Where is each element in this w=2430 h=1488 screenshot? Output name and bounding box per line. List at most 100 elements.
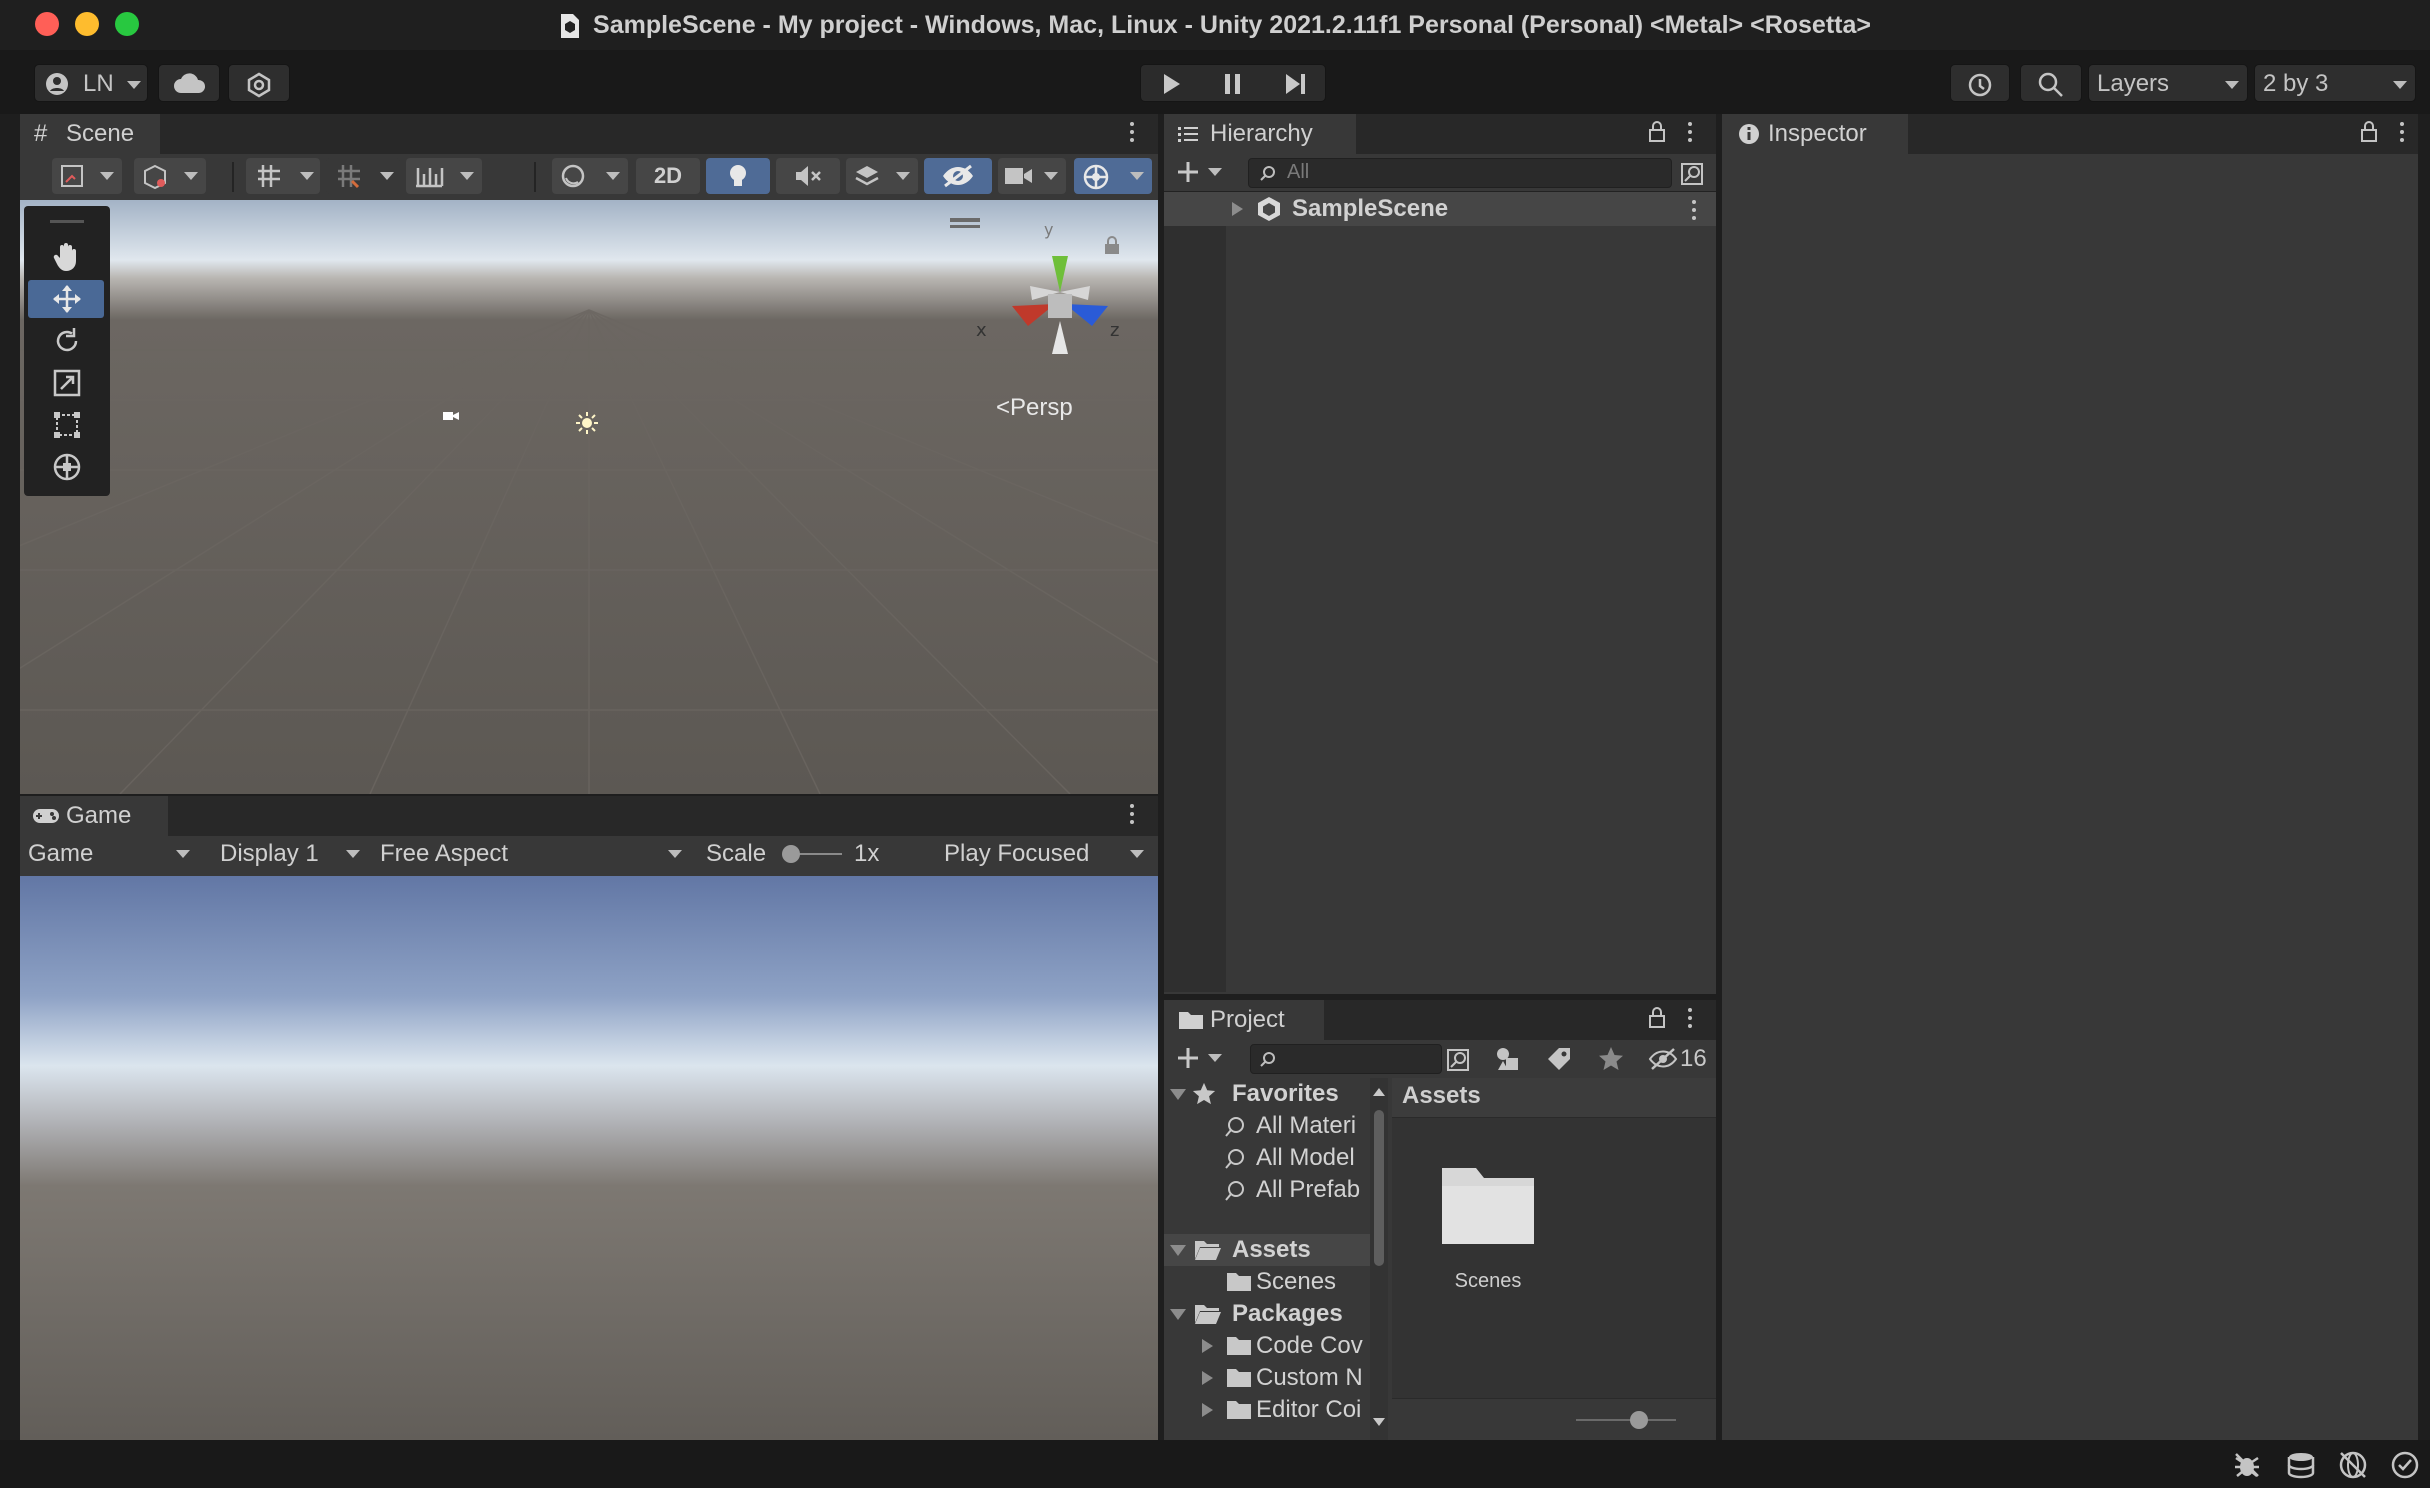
scale-tool-button[interactable] bbox=[28, 364, 104, 402]
chevron-down-icon bbox=[1208, 1054, 1222, 1062]
expand-arrow-icon[interactable] bbox=[1170, 1089, 1186, 1100]
project-menu-button[interactable] bbox=[1688, 1008, 1694, 1032]
scene-search-icon[interactable] bbox=[1680, 160, 1706, 186]
expand-arrow-icon[interactable] bbox=[1202, 1371, 1213, 1385]
search-by-window-icon[interactable] bbox=[1446, 1046, 1472, 1072]
game-menu-button[interactable] bbox=[1130, 804, 1136, 828]
gizmo-axis-x-label: x bbox=[976, 320, 987, 341]
hierarchy-search-field[interactable]: All bbox=[1248, 158, 1672, 188]
tree-row-assets[interactable]: Assets bbox=[1164, 1234, 1370, 1266]
tab-scene[interactable]: # Scene bbox=[20, 114, 160, 154]
samplescene-menu-button[interactable] bbox=[1692, 200, 1698, 224]
move-tool-button[interactable] bbox=[28, 280, 104, 318]
render-mode-dropdown[interactable] bbox=[134, 158, 206, 194]
projection-toggle[interactable]: <Persp bbox=[996, 394, 1073, 424]
expand-arrow-icon[interactable] bbox=[1202, 1403, 1213, 1417]
tree-row-package[interactable]: Editor Coi bbox=[1164, 1394, 1370, 1426]
scene-viewport[interactable]: y x z <Persp bbox=[20, 200, 1158, 794]
expand-arrow-icon[interactable] bbox=[1202, 1339, 1213, 1353]
tab-hierarchy[interactable]: Hierarchy bbox=[1164, 114, 1356, 154]
debug-bug-icon[interactable] bbox=[2232, 1450, 2262, 1480]
account-dropdown[interactable]: LN bbox=[34, 64, 148, 102]
expand-arrow-icon[interactable] bbox=[1232, 202, 1243, 216]
play-focused-dropdown[interactable]: Play Focused bbox=[936, 836, 1158, 872]
pause-button[interactable] bbox=[1202, 64, 1264, 102]
directional-light-icon[interactable] bbox=[576, 412, 598, 434]
tree-row-favorite[interactable]: All Model bbox=[1164, 1142, 1370, 1174]
tree-row-scenes[interactable]: Scenes bbox=[1164, 1266, 1370, 1298]
scale-slider-thumb[interactable] bbox=[782, 845, 800, 863]
play-button[interactable] bbox=[1140, 64, 1202, 102]
inspector-menu-button[interactable] bbox=[2400, 122, 2406, 146]
search-button[interactable] bbox=[2020, 64, 2082, 102]
audio-toggle[interactable] bbox=[776, 158, 840, 194]
cloud-button[interactable] bbox=[158, 64, 220, 102]
hierarchy-row-samplescene[interactable]: SampleScene bbox=[1164, 192, 1716, 226]
breadcrumb-assets[interactable]: Assets bbox=[1402, 1082, 1481, 1110]
project-tree-scrollbar[interactable] bbox=[1370, 1078, 1388, 1440]
camera-object-icon[interactable] bbox=[442, 410, 460, 422]
rect-tool-button[interactable] bbox=[28, 406, 104, 444]
aspect-dropdown[interactable]: Free Aspect bbox=[372, 836, 694, 872]
increment-snapping-dropdown[interactable] bbox=[326, 158, 400, 194]
tree-row-package[interactable]: Code Cov bbox=[1164, 1330, 1370, 1362]
hierarchy-create-button[interactable] bbox=[1174, 158, 1228, 188]
tree-row-favorite[interactable]: All Materi bbox=[1164, 1110, 1370, 1142]
scrollbar-thumb[interactable] bbox=[1374, 1110, 1384, 1266]
tag-icon[interactable] bbox=[1546, 1046, 1572, 1072]
icon-size-slider-thumb[interactable] bbox=[1630, 1411, 1648, 1429]
scroll-down-arrow-icon[interactable] bbox=[1373, 1418, 1385, 1426]
project-search-field[interactable] bbox=[1250, 1044, 1442, 1074]
layout-dropdown[interactable]: 2 by 3 bbox=[2254, 64, 2416, 102]
icon-size-slider-track[interactable] bbox=[1576, 1419, 1676, 1421]
gizmos-dropdown[interactable] bbox=[1074, 158, 1152, 194]
layers-dropdown[interactable]: Layers bbox=[2088, 64, 2248, 102]
tool-palette-handle[interactable] bbox=[50, 220, 84, 223]
search-icon bbox=[1259, 165, 1277, 183]
display-dropdown[interactable]: Display 1 bbox=[212, 836, 368, 872]
grid-snapping-dropdown[interactable] bbox=[246, 158, 320, 194]
scene-visibility-toggle[interactable] bbox=[924, 158, 992, 194]
toggle-2d-button[interactable]: 2D bbox=[636, 158, 700, 194]
expand-arrow-icon[interactable] bbox=[1170, 1309, 1186, 1320]
shading-mode-dropdown[interactable] bbox=[552, 158, 628, 194]
ruler-dropdown[interactable] bbox=[406, 158, 482, 194]
tree-row-favorites[interactable]: Favorites bbox=[1164, 1078, 1370, 1110]
collab-button[interactable] bbox=[228, 64, 290, 102]
undo-history-button[interactable] bbox=[1950, 64, 2010, 102]
hierarchy-menu-button[interactable] bbox=[1688, 122, 1694, 146]
scene-camera-dropdown[interactable] bbox=[998, 158, 1066, 194]
asset-item-scenes[interactable]: Scenes bbox=[1432, 1158, 1544, 1308]
check-circle-icon[interactable] bbox=[2390, 1450, 2420, 1480]
project-create-button[interactable] bbox=[1174, 1044, 1228, 1074]
effects-dropdown[interactable] bbox=[846, 158, 918, 194]
project-lock-icon[interactable] bbox=[1648, 1006, 1666, 1028]
eye-slash-icon bbox=[941, 164, 975, 188]
scene-menu-button[interactable] bbox=[1130, 122, 1136, 146]
rotate-tool-button[interactable] bbox=[28, 322, 104, 360]
lighting-toggle[interactable] bbox=[706, 158, 770, 194]
gizmo-drag-handle[interactable] bbox=[950, 218, 980, 222]
star-icon[interactable] bbox=[1598, 1046, 1624, 1072]
hand-tool-button[interactable] bbox=[28, 238, 104, 276]
step-button[interactable] bbox=[1264, 64, 1326, 102]
transform-tool-button[interactable] bbox=[28, 448, 104, 486]
orientation-gizmo[interactable] bbox=[970, 226, 1150, 366]
game-view-dropdown[interactable]: Game bbox=[20, 836, 200, 872]
tree-row-package[interactable]: Custom N bbox=[1164, 1362, 1370, 1394]
tree-row-favorite[interactable]: All Prefab bbox=[1164, 1174, 1370, 1206]
draw-mode-dropdown[interactable] bbox=[52, 158, 122, 194]
hidden-packages-toggle[interactable]: 16 bbox=[1648, 1044, 1710, 1074]
expand-arrow-icon[interactable] bbox=[1170, 1245, 1186, 1256]
tab-game[interactable]: Game bbox=[20, 796, 168, 836]
scroll-up-arrow-icon[interactable] bbox=[1373, 1088, 1385, 1096]
cache-server-icon[interactable] bbox=[2286, 1450, 2316, 1480]
filter-by-type-icon[interactable] bbox=[1494, 1046, 1522, 1072]
game-viewport[interactable] bbox=[20, 876, 1158, 1440]
network-off-icon[interactable] bbox=[2338, 1450, 2368, 1480]
hierarchy-lock-icon[interactable] bbox=[1648, 120, 1666, 142]
inspector-lock-icon[interactable] bbox=[2360, 120, 2378, 142]
tab-project[interactable]: Project bbox=[1164, 1000, 1324, 1040]
tree-row-packages[interactable]: Packages bbox=[1164, 1298, 1370, 1330]
tab-inspector[interactable]: Inspector bbox=[1722, 114, 1908, 154]
